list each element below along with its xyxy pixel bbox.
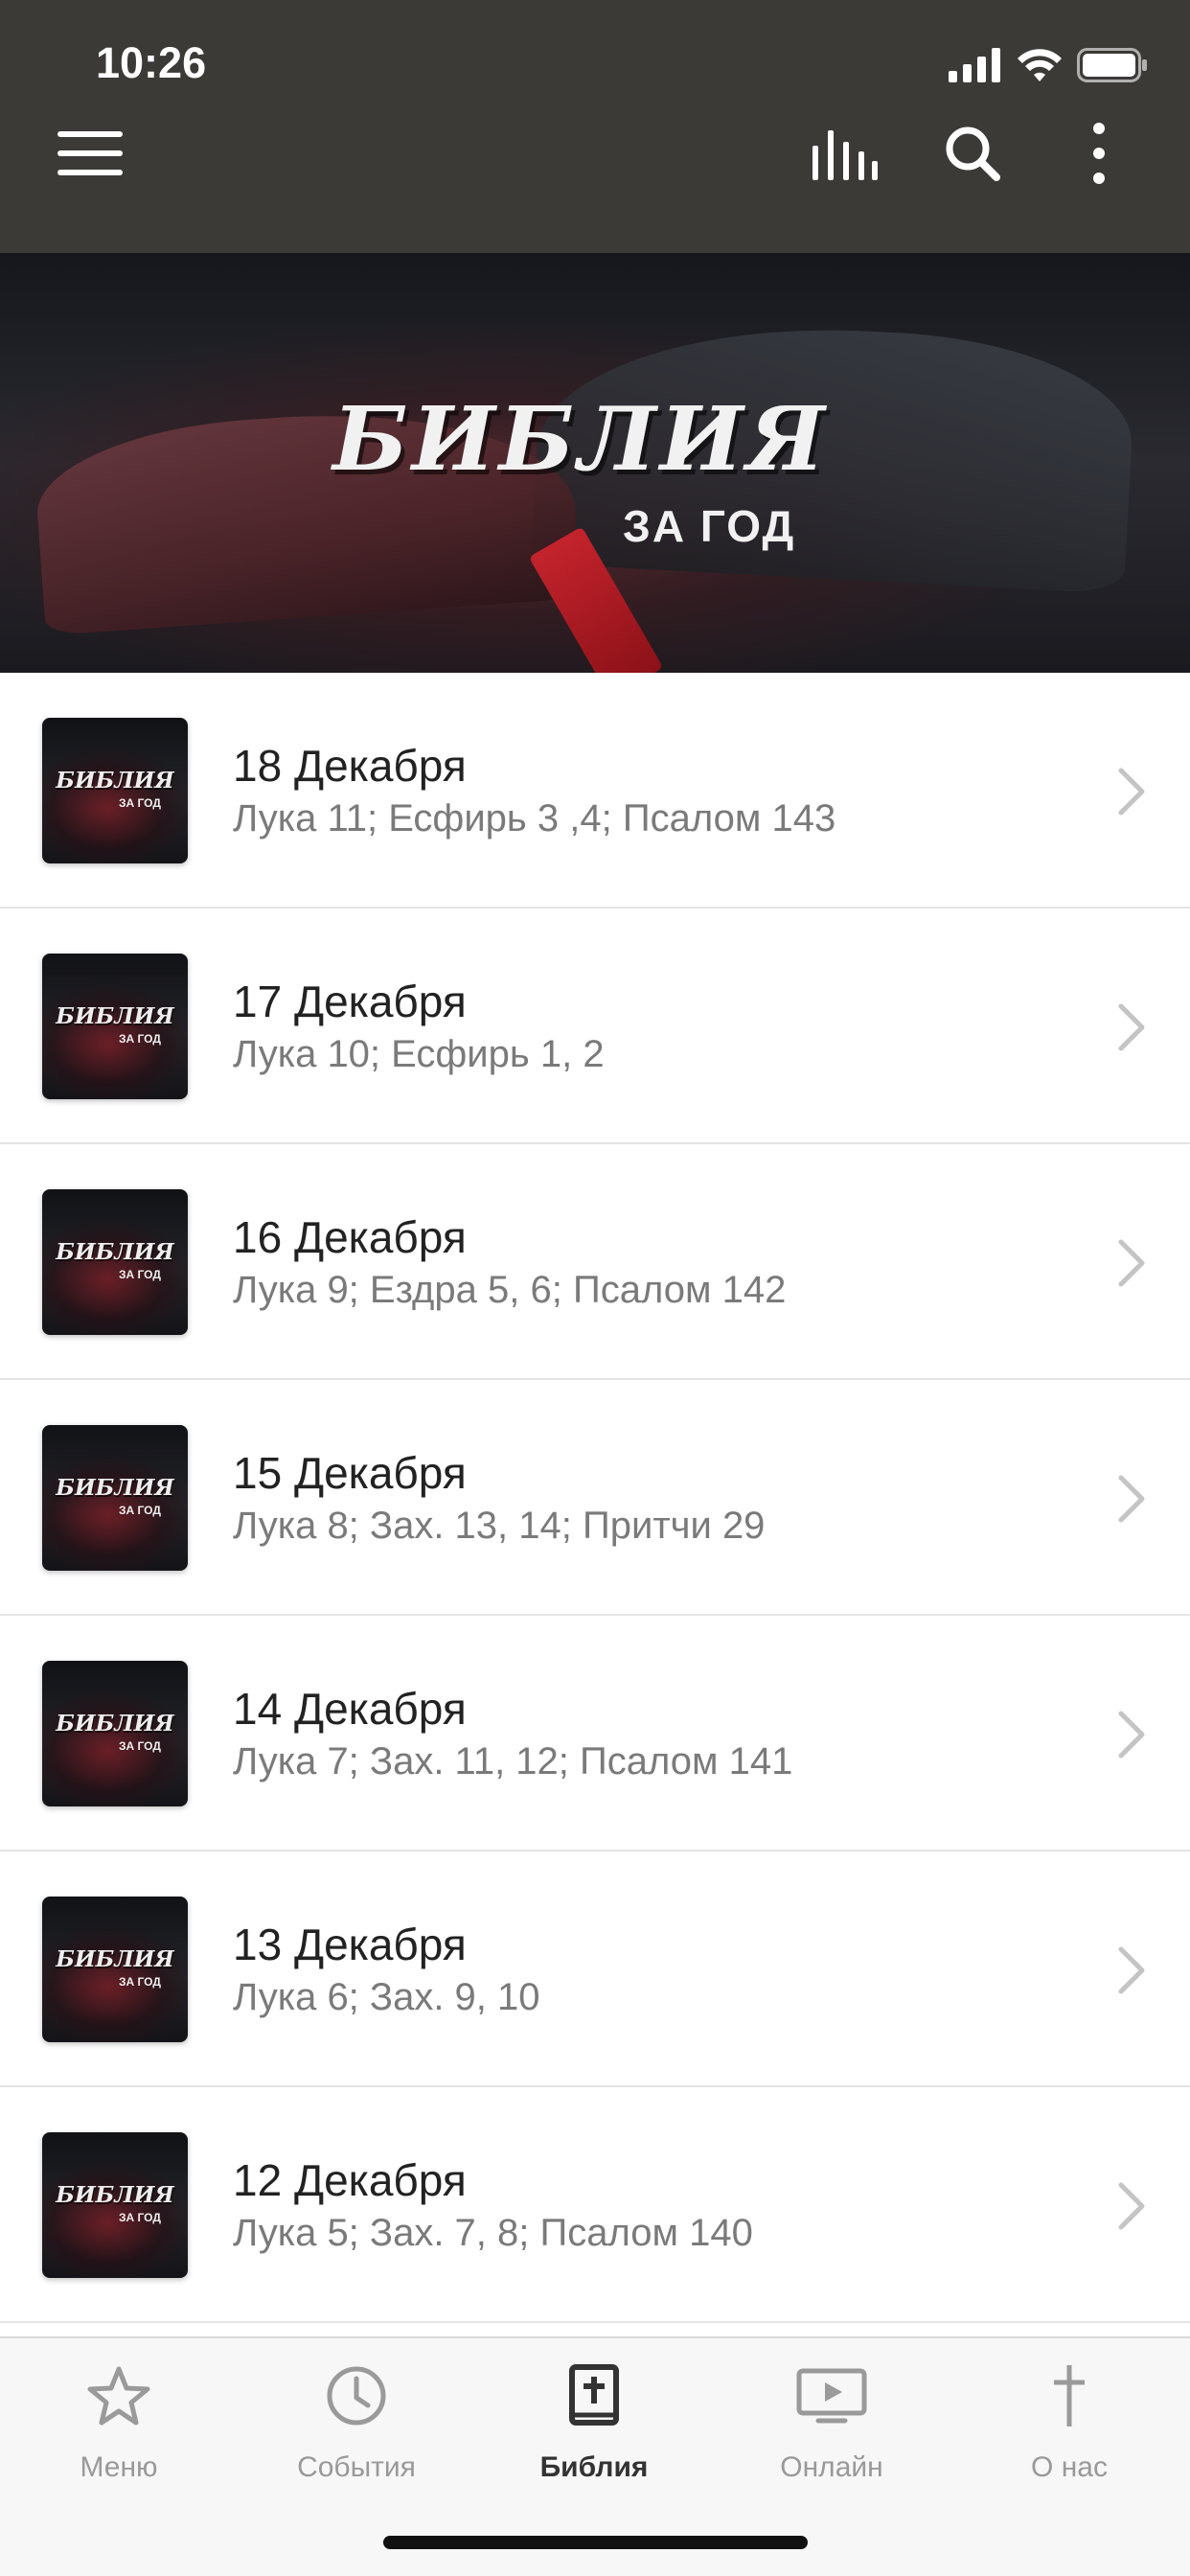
stats-button[interactable] (807, 115, 883, 192)
battery-icon (1077, 48, 1147, 82)
thumbnail-title: БИБЛИЯ (56, 1003, 174, 1029)
thumbnail-subtitle: ЗА ГОД (119, 1975, 161, 1989)
list-item-title: 15 Декабря (233, 1448, 467, 1498)
thumbnail-title: БИБЛИЯ (56, 1946, 174, 1972)
wifi-icon (1018, 49, 1062, 81)
thumbnail-subtitle: ЗА ГОД (119, 1032, 161, 1046)
list-item-title: 14 Декабря (233, 1684, 467, 1734)
thumbnail-subtitle: ЗА ГОД (119, 796, 161, 810)
tab-label: События (297, 2451, 416, 2483)
thumbnail-subtitle: ЗА ГОД (119, 2211, 161, 2224)
hero-title: БИБЛИЯ (332, 387, 829, 491)
thumbnail: БИБЛИЯ ЗА ГОД (42, 1661, 188, 1806)
list-item[interactable]: БИБЛИЯ ЗА ГОД 18 Декабря Лука 11; Есфирь… (0, 673, 1190, 908)
tab-online[interactable]: Онлайн (713, 2358, 950, 2501)
top-bar: 10:26 (0, 0, 1190, 253)
bible-icon (569, 2364, 619, 2426)
tab-label: О нас (1031, 2451, 1108, 2483)
list-item-title: 12 Декабря (233, 2155, 467, 2205)
chevron-right-icon (1118, 1475, 1145, 1523)
bars-icon (812, 130, 878, 180)
thumbnail-title: БИБЛИЯ (56, 768, 174, 794)
list-item-subtitle: Лука 11; Есфирь 3 ,4; Псалом 143 (233, 797, 836, 840)
list-item[interactable]: БИБЛИЯ ЗА ГОД 13 Декабря Лука 6; Зах. 9,… (0, 1852, 1190, 2087)
tab-label: Меню (80, 2451, 158, 2483)
tab-bible[interactable]: Библия (475, 2358, 713, 2501)
tab-menu[interactable]: Меню (0, 2358, 238, 2501)
clock-icon (327, 2366, 386, 2426)
list-item-title: 16 Декабря (233, 1212, 467, 1262)
menu-button[interactable] (52, 115, 128, 192)
tab-about[interactable]: О нас (950, 2358, 1188, 2501)
list-item[interactable]: БИБЛИЯ ЗА ГОД 17 Декабря Лука 10; Есфирь… (0, 908, 1190, 1144)
thumbnail-subtitle: ЗА ГОД (119, 1504, 161, 1517)
cross-icon (1054, 2365, 1085, 2426)
search-icon (946, 126, 1000, 181)
list-item[interactable]: БИБЛИЯ ЗА ГОД 15 Декабря Лука 8; Зах. 13… (0, 1380, 1190, 1616)
list-item[interactable]: БИБЛИЯ ЗА ГОД 16 Декабря Лука 9; Ездра 5… (0, 1144, 1190, 1380)
thumbnail: БИБЛИЯ ЗА ГОД (42, 2132, 188, 2278)
thumbnail-title: БИБЛИЯ (56, 1475, 174, 1501)
more-vertical-icon (1093, 123, 1105, 184)
tab-events[interactable]: События (238, 2358, 475, 2501)
list-item-subtitle: Лука 7; Зах. 11, 12; Псалом 141 (233, 1740, 793, 1782)
list-item-title: 18 Декабря (233, 741, 467, 791)
list-item-subtitle: Лука 6; Зах. 9, 10 (233, 1976, 540, 2018)
thumbnail-title: БИБЛИЯ (56, 1711, 174, 1736)
list-item[interactable]: БИБЛИЯ ЗА ГОД 12 Декабря Лука 5; Зах. 7,… (0, 2087, 1190, 2323)
thumbnail: БИБЛИЯ ЗА ГОД (42, 1189, 188, 1335)
chevron-right-icon (1118, 1239, 1145, 1287)
hamburger-icon (57, 131, 123, 175)
hero-banner: БИБЛИЯ ЗА ГОД (0, 253, 1190, 673)
chevron-right-icon (1118, 2182, 1145, 2230)
list-item[interactable]: БИБЛИЯ ЗА ГОД 14 Декабря Лука 7; Зах. 11… (0, 1616, 1190, 1852)
list-item-subtitle: Лука 8; Зах. 13, 14; Притчи 29 (233, 1505, 766, 1547)
thumbnail-subtitle: ЗА ГОД (119, 1739, 161, 1753)
search-button[interactable] (934, 115, 1011, 192)
thumbnail: БИБЛИЯ ЗА ГОД (42, 1897, 188, 2042)
thumbnail: БИБЛИЯ ЗА ГОД (42, 718, 188, 863)
tv-play-icon (796, 2368, 867, 2424)
list-item-subtitle: Лука 10; Есфирь 1, 2 (233, 1033, 605, 1075)
list-item-subtitle: Лука 5; Зах. 7, 8; Псалом 140 (233, 2212, 753, 2254)
tab-label: Онлайн (780, 2451, 883, 2483)
chevron-right-icon (1118, 1946, 1145, 1994)
list-item-title: 13 Декабря (233, 1920, 467, 1969)
chevron-right-icon (1118, 1003, 1145, 1051)
reading-list: БИБЛИЯ ЗА ГОД 18 Декабря Лука 11; Есфирь… (0, 673, 1190, 2323)
thumbnail: БИБЛИЯ ЗА ГОД (42, 1425, 188, 1571)
status-icons (949, 46, 1148, 84)
star-icon (87, 2366, 150, 2426)
chevron-right-icon (1118, 1711, 1145, 1759)
signal-icon (949, 48, 1000, 82)
list-item-title: 17 Декабря (233, 977, 467, 1026)
thumbnail: БИБЛИЯ ЗА ГОД (42, 954, 188, 1099)
home-indicator (383, 2536, 808, 2549)
status-time: 10:26 (96, 38, 207, 87)
more-button[interactable] (1061, 115, 1137, 192)
thumbnail-title: БИБЛИЯ (56, 2182, 174, 2208)
tab-label: Библия (539, 2451, 649, 2483)
list-item-subtitle: Лука 9; Ездра 5, 6; Псалом 142 (233, 1269, 787, 1311)
chevron-right-icon (1118, 768, 1145, 816)
thumbnail-subtitle: ЗА ГОД (119, 1268, 161, 1281)
thumbnail-title: БИБЛИЯ (56, 1239, 174, 1265)
hero-subtitle: ЗА ГОД (623, 501, 796, 551)
